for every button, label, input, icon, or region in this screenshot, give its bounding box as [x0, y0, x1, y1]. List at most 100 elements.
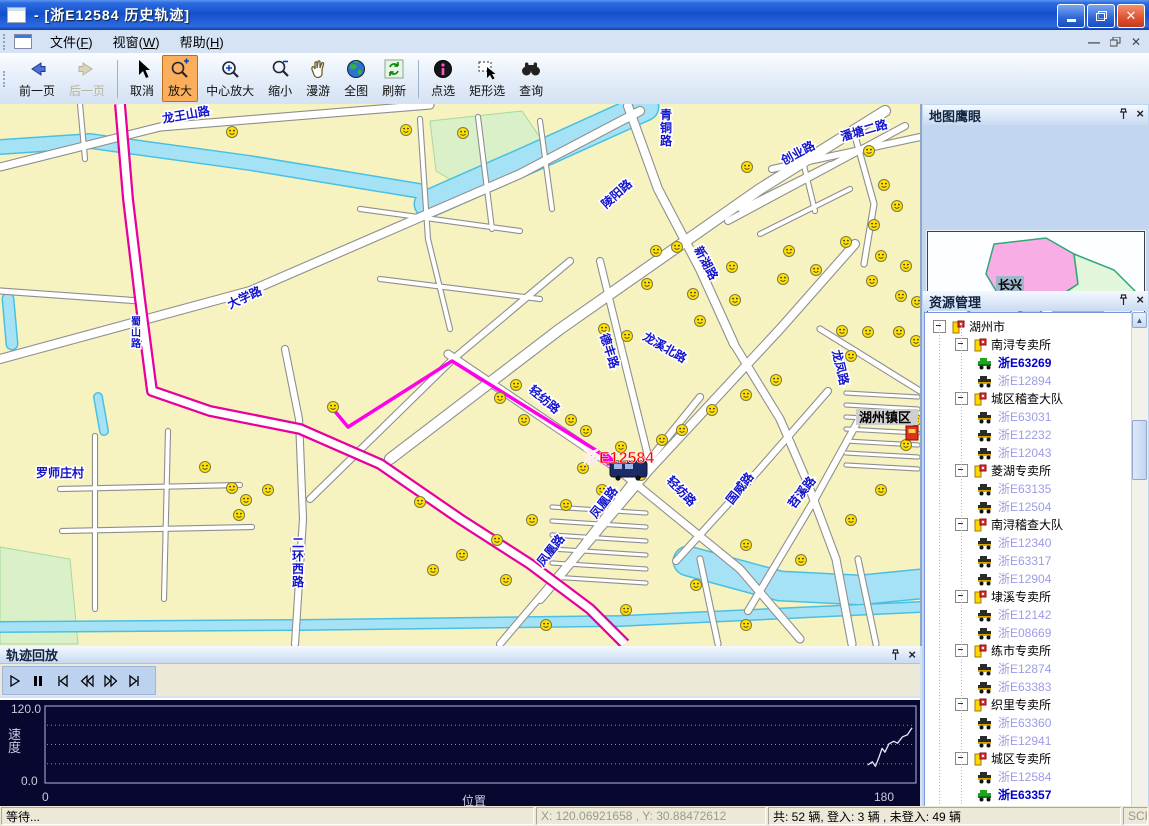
mdi-restore-button[interactable]: [1110, 37, 1121, 47]
tree-guide-line: [961, 323, 962, 821]
tree-vehicle-浙E63317[interactable]: 浙E63317: [977, 551, 1051, 569]
pin-icon[interactable]: [1118, 108, 1128, 120]
tree-vehicle-浙E12142[interactable]: 浙E12142: [977, 605, 1051, 623]
tree-vehicle-浙E12504[interactable]: 浙E12504: [977, 497, 1051, 515]
pin-icon[interactable]: [1118, 294, 1128, 306]
poi-smiley-marker: [492, 535, 503, 546]
tree-vehicle-浙E12043[interactable]: 浙E12043: [977, 443, 1051, 461]
close-panel-icon[interactable]: ×: [1136, 293, 1144, 306]
vehicle-icon: [977, 607, 994, 622]
mdi-minimize-button[interactable]: —: [1088, 35, 1100, 49]
map-canvas[interactable]: 龙王山路青铜路潘塘二路创业路陵阳路新湖路大学路蜀山路罗师庄村德丰路龙溪北路轻纺路…: [0, 104, 922, 646]
tree-node-练市专卖所[interactable]: 练市专卖所: [955, 641, 1051, 659]
playback-fast-forward-button[interactable]: [100, 669, 122, 692]
poi-smiley-marker: [263, 485, 274, 496]
close-icon: ✕: [1126, 8, 1137, 24]
toolbar-button-点选[interactable]: 点选: [425, 55, 461, 102]
tree-vehicle-浙E12874[interactable]: 浙E12874: [977, 659, 1051, 677]
menu-grip[interactable]: [3, 34, 8, 50]
binoculars-icon: [519, 57, 543, 81]
toolbar-button-矩形选[interactable]: 矩形选: [463, 55, 511, 102]
organization-icon: [972, 517, 987, 532]
tree-node-南浔稽查大队[interactable]: 南浔稽查大队: [955, 515, 1063, 533]
toolbar-button-缩小[interactable]: 缩小: [262, 55, 298, 102]
tree-vehicle-浙E12894[interactable]: 浙E12894: [977, 371, 1051, 389]
tree-vehicle-浙E12340[interactable]: 浙E12340: [977, 533, 1051, 551]
playback-rewind-button[interactable]: [76, 669, 98, 692]
close-panel-icon[interactable]: ×: [1136, 107, 1144, 120]
toolbar-grip[interactable]: [3, 71, 8, 87]
poi-smiley-marker: [415, 497, 426, 508]
playback-step-end-button[interactable]: [124, 669, 146, 692]
poi-smiley-marker: [227, 127, 238, 138]
poi-smiley-marker: [912, 297, 921, 308]
tree-vehicle-浙E12584[interactable]: 浙E12584: [977, 767, 1051, 785]
status-vehicle-counts: 共: 52 辆, 登入: 3 辆 , 未登入: 49 辆: [768, 807, 1121, 825]
toolbar-button-取消[interactable]: 取消: [124, 55, 160, 102]
vehicle-icon: [977, 427, 994, 442]
toolbar-button-放大[interactable]: 放大: [162, 55, 198, 102]
toolbar-button-中心放大[interactable]: 中心放大: [200, 55, 260, 102]
vehicle-icon: [977, 661, 994, 676]
vehicle-icon: [977, 625, 994, 640]
tree-vehicle-浙E63383[interactable]: 浙E63383: [977, 677, 1051, 695]
playback-pause-button[interactable]: [28, 669, 50, 692]
toolbar-button-全图[interactable]: 全图: [338, 55, 374, 102]
y-max-label: 120.0: [11, 702, 41, 716]
y-min-label: 0.0: [21, 774, 38, 788]
poi-smiley-marker: [561, 500, 572, 511]
menu-item-0[interactable]: 文件(F): [40, 30, 103, 53]
poi-smiley-marker: [511, 380, 522, 391]
tree-node-织里专卖所[interactable]: 织里专卖所: [955, 695, 1051, 713]
tree-vehicle-浙E08669[interactable]: 浙E08669: [977, 623, 1051, 641]
playback-play-button[interactable]: [4, 669, 26, 692]
zoom-center-icon: [218, 57, 242, 81]
poi-smiley-marker: [401, 125, 412, 136]
organization-icon: [972, 337, 987, 352]
poi-smiley-marker: [457, 550, 468, 561]
menu-item-2[interactable]: 帮助(H): [170, 30, 234, 53]
poi-smiley-marker: [742, 162, 753, 173]
poi-smiley-marker: [876, 251, 887, 262]
scrollbar-thumb[interactable]: [1132, 420, 1147, 480]
status-message: 等待...: [1, 807, 534, 825]
tree-vehicle-浙E12232[interactable]: 浙E12232: [977, 425, 1051, 443]
tree-vehicle-浙E63031[interactable]: 浙E63031: [977, 407, 1051, 425]
poi-smiley-marker: [784, 246, 795, 257]
toolbar-separator: [418, 60, 419, 98]
status-coordinates: X: 120.06921658 , Y: 30.88472612: [536, 807, 766, 825]
tree-node-湖州市[interactable]: 湖州市: [933, 317, 1005, 335]
scroll-up-button[interactable]: ▲: [1132, 312, 1147, 328]
toolbar-button-漫游[interactable]: 漫游: [300, 55, 336, 102]
tree-vehicle-浙E12904[interactable]: 浙E12904: [977, 569, 1051, 587]
toolbar-button-刷新[interactable]: 刷新: [376, 55, 412, 102]
poi-smiley-marker: [778, 274, 789, 285]
tree-scrollbar[interactable]: ▲ ▼: [1131, 312, 1148, 826]
menu-item-1[interactable]: 视窗(W): [103, 30, 170, 53]
pin-icon[interactable]: [890, 649, 900, 661]
vehicle-icon: [977, 571, 994, 586]
poi-smiley-marker: [328, 402, 339, 413]
eagle-eye-header: 地图鹰眼 ×: [923, 105, 1148, 125]
tree-vehicle-浙E63357[interactable]: 浙E63357: [977, 785, 1051, 803]
tree-node-南浔专卖所[interactable]: 南浔专卖所: [955, 335, 1051, 353]
tree-vehicle-浙E63269[interactable]: 浙E63269: [977, 353, 1051, 371]
poi-smiley-marker: [846, 515, 857, 526]
toolbar-button-查询[interactable]: 查询: [513, 55, 549, 102]
vehicle-icon: [977, 679, 994, 694]
minimize-button[interactable]: [1057, 4, 1085, 28]
tree-node-菱湖专卖所[interactable]: 菱湖专卖所: [955, 461, 1051, 479]
tree-node-埭溪专卖所[interactable]: 埭溪专卖所: [955, 587, 1051, 605]
playback-step-start-button[interactable]: [52, 669, 74, 692]
tree-node-城区稽查大队[interactable]: 城区稽查大队: [955, 389, 1063, 407]
tree-vehicle-浙E63360[interactable]: 浙E63360: [977, 713, 1051, 731]
tree-vehicle-浙E12941[interactable]: 浙E12941: [977, 731, 1051, 749]
restore-icon: [1096, 11, 1107, 21]
mdi-close-button[interactable]: ✕: [1131, 35, 1141, 49]
tree-node-城区专卖所[interactable]: 城区专卖所: [955, 749, 1051, 767]
restore-button[interactable]: [1087, 4, 1115, 28]
toolbar-button-前一页[interactable]: 前一页: [13, 55, 61, 102]
close-button[interactable]: ✕: [1117, 4, 1145, 28]
close-panel-icon[interactable]: ×: [908, 648, 916, 661]
tree-vehicle-浙E63135[interactable]: 浙E63135: [977, 479, 1051, 497]
